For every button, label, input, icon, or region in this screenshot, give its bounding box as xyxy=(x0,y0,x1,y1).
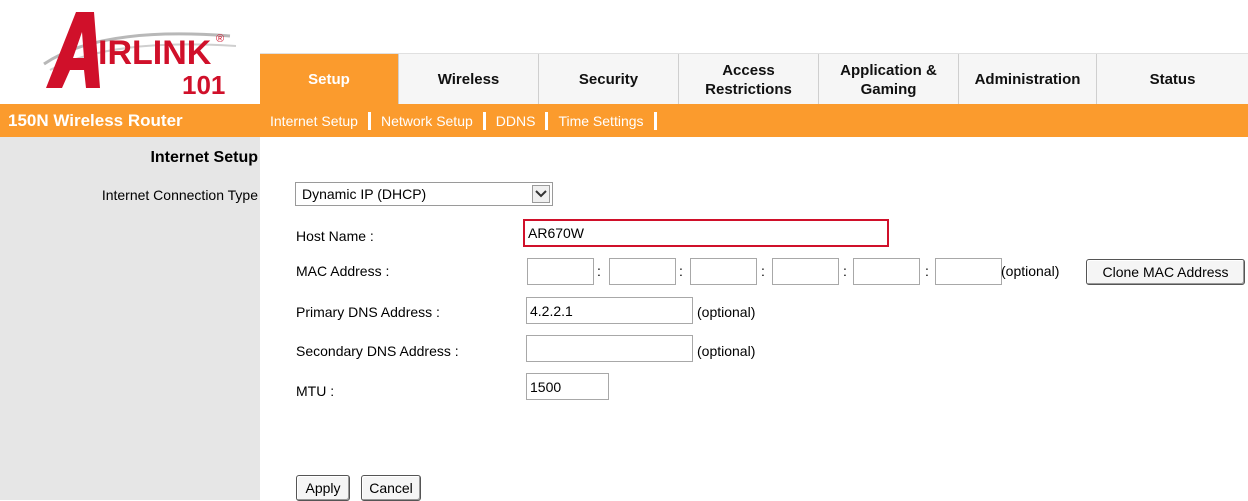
mac-address-label: MAC Address : xyxy=(296,263,390,279)
mac-separator: : xyxy=(679,263,683,279)
mac-separator: : xyxy=(925,263,929,279)
secondary-dns-input[interactable] xyxy=(526,335,693,362)
mac-octet-1[interactable] xyxy=(527,258,594,285)
cancel-button[interactable]: Cancel xyxy=(361,475,421,501)
mac-separator: : xyxy=(597,263,601,279)
secondary-dns-label: Secondary DNS Address : xyxy=(296,343,459,359)
subnav-time-settings[interactable]: Time Settings xyxy=(548,113,653,129)
tab-access-restrictions[interactable]: Access Restrictions xyxy=(679,54,819,105)
secondary-dns-optional-note: (optional) xyxy=(697,343,756,359)
product-name: 150N Wireless Router xyxy=(8,110,183,130)
tab-wireless[interactable]: Wireless xyxy=(399,54,539,105)
subnav-ddns[interactable]: DDNS xyxy=(486,113,546,129)
mac-separator: : xyxy=(843,263,847,279)
logo-number: 101 xyxy=(182,70,225,100)
divider xyxy=(653,111,657,130)
primary-dns-input[interactable] xyxy=(526,297,693,324)
chevron-down-icon[interactable] xyxy=(532,185,550,203)
tab-setup[interactable]: Setup xyxy=(260,54,399,105)
clone-mac-address-button[interactable]: Clone MAC Address xyxy=(1086,259,1245,285)
connection-type-select[interactable]: Dynamic IP (DHCP) xyxy=(295,182,553,206)
host-name-label: Host Name : xyxy=(296,228,374,244)
tab-status[interactable]: Status xyxy=(1097,54,1248,105)
mac-octet-2[interactable] xyxy=(609,258,676,285)
host-name-input[interactable] xyxy=(523,219,889,247)
logo-text: IRLINK xyxy=(98,34,212,72)
mtu-input[interactable] xyxy=(526,373,609,400)
mac-separator: : xyxy=(761,263,765,279)
mac-octet-4[interactable] xyxy=(772,258,839,285)
connection-type-value: Dynamic IP (DHCP) xyxy=(302,186,427,202)
subnav-network-setup[interactable]: Network Setup xyxy=(371,113,483,129)
registered-mark: ® xyxy=(216,33,224,45)
mtu-label: MTU : xyxy=(296,383,335,399)
sub-nav-bar: 150N Wireless Router Internet Setup Netw… xyxy=(0,104,1248,137)
subnav-internet-setup[interactable]: Internet Setup xyxy=(260,113,368,129)
primary-dns-label: Primary DNS Address : xyxy=(296,304,440,320)
primary-dns-optional-note: (optional) xyxy=(697,304,756,320)
mac-optional-note: (optional) xyxy=(1001,263,1060,279)
mac-octet-6[interactable] xyxy=(935,258,1002,285)
left-panel: Internet Setup Internet Connection Type xyxy=(0,137,260,500)
main-nav: Setup Wireless Security Access Restricti… xyxy=(260,53,1248,105)
section-title: Internet Setup xyxy=(150,149,258,166)
airlink-logo: IRLINK ® 101 xyxy=(40,6,240,102)
tab-application-gaming[interactable]: Application & Gaming xyxy=(819,54,959,105)
mac-octet-5[interactable] xyxy=(853,258,920,285)
sub-nav: Internet Setup Network Setup DDNS Time S… xyxy=(260,111,657,130)
mac-octet-3[interactable] xyxy=(690,258,757,285)
tab-administration[interactable]: Administration xyxy=(959,54,1097,105)
connection-type-label: Internet Connection Type xyxy=(101,187,258,203)
tab-security[interactable]: Security xyxy=(539,54,679,105)
apply-button[interactable]: Apply xyxy=(296,475,350,501)
